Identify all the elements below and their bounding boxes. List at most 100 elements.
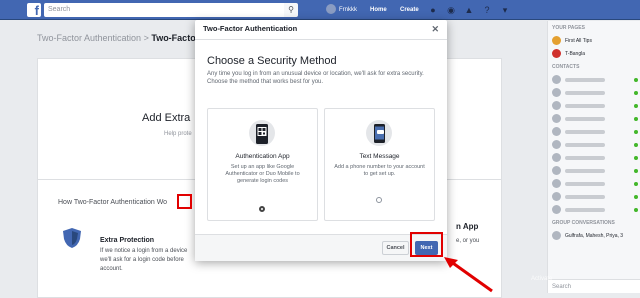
contacts-heading: CONTACTS (552, 64, 580, 70)
help-icon[interactable]: ? (482, 5, 492, 15)
contact-name (565, 103, 605, 108)
activate-watermark: Activate (531, 276, 553, 282)
panel-subtitle: Help prote (164, 131, 192, 137)
contact-name (565, 90, 605, 95)
search-input[interactable]: Search (44, 3, 296, 17)
breadcrumb-separator: > (143, 33, 149, 43)
close-icon[interactable]: ✕ (431, 24, 439, 34)
extra-protection-text: If we notice a login from a device we'll… (100, 248, 188, 272)
auth-app-radio[interactable] (259, 206, 265, 212)
option-description: Set up an app like Google Authenticator … (225, 164, 300, 184)
online-indicator (634, 155, 638, 160)
breadcrumb-parent[interactable]: Two-Factor Authentication (37, 33, 141, 43)
online-indicator (634, 181, 638, 186)
contact-item[interactable] (548, 164, 640, 177)
avatar (552, 166, 561, 175)
group-item[interactable]: Gulfrafa, Mahesh, Priya, 3 (548, 229, 640, 242)
group-name: Gulfrafa, Mahesh, Priya, 3 (565, 232, 624, 239)
right-sidebar: YOUR PAGES First All Tips T-Bangla CONTA… (547, 21, 640, 293)
qr-code-phone-icon (249, 120, 275, 146)
contact-name (565, 168, 605, 173)
home-link[interactable]: Home (370, 4, 387, 16)
app-option-text: e, or you (456, 238, 480, 244)
contact-name (565, 207, 605, 212)
group-conversations-heading: GROUP CONVERSATIONS (552, 220, 615, 226)
messenger-icon[interactable]: ◉ (446, 5, 456, 15)
contact-item[interactable] (548, 151, 640, 164)
top-navigation-bar: f Search ⚲ Frnkkk Home Create ● ◉ ▲ ? ▾ (0, 0, 640, 20)
page-item[interactable]: T-Bangla (548, 47, 640, 60)
breadcrumb: Two-Factor Authentication > Two-Factor (37, 33, 199, 43)
friends-icon[interactable]: ● (428, 5, 438, 15)
extra-protection-title: Extra Protection (100, 237, 155, 244)
contact-name (565, 155, 605, 160)
profile-link[interactable]: Frnkkk (326, 4, 357, 16)
search-icon[interactable]: ⚲ (284, 3, 298, 17)
online-indicator (634, 90, 638, 95)
authentication-app-option[interactable]: Authentication App Set up an app like Go… (207, 108, 318, 221)
contact-name (565, 181, 605, 186)
avatar (326, 4, 336, 15)
page-name: First All Tips (565, 37, 592, 44)
online-indicator (634, 116, 638, 121)
text-message-option[interactable]: Text Message Add a phone number to your … (324, 108, 435, 221)
contact-item[interactable] (548, 86, 640, 99)
page-avatar (552, 36, 561, 45)
online-indicator (634, 77, 638, 82)
avatar (552, 114, 561, 123)
chevron-down-icon[interactable]: ▾ (500, 5, 510, 15)
page-avatar (552, 49, 561, 58)
page-item[interactable]: First All Tips (548, 34, 640, 47)
contact-item[interactable] (548, 190, 640, 203)
app-option-title: n App (456, 222, 479, 231)
notifications-icon[interactable]: ▲ (464, 5, 474, 15)
panel-heading: Add Extra (142, 112, 191, 124)
choose-method-title: Choose a Security Method (207, 55, 337, 67)
avatar (552, 75, 561, 84)
phone-message-icon (366, 120, 392, 146)
online-indicator (634, 168, 638, 173)
pages-heading: YOUR PAGES (552, 25, 585, 31)
next-highlight-box (410, 232, 443, 257)
contact-item[interactable] (548, 138, 640, 151)
online-indicator (634, 207, 638, 212)
avatar (552, 179, 561, 188)
online-indicator (634, 142, 638, 147)
facebook-logo-icon[interactable]: f (27, 3, 41, 18)
two-factor-dialog: Two-Factor Authentication ✕ Choose a Sec… (195, 20, 447, 261)
contact-name (565, 77, 605, 82)
contact-name (565, 116, 605, 121)
chat-search-input[interactable]: Search (548, 279, 640, 293)
contact-name (565, 142, 605, 147)
cancel-button[interactable]: Cancel (382, 241, 409, 255)
page-name: T-Bangla (565, 50, 586, 57)
avatar (552, 153, 561, 162)
option-title: Authentication App (235, 153, 290, 160)
contact-item[interactable] (548, 73, 640, 86)
contact-item[interactable] (548, 112, 640, 125)
avatar (552, 140, 561, 149)
avatar (552, 101, 561, 110)
contact-name (565, 194, 605, 199)
contact-item[interactable] (548, 177, 640, 190)
contact-item[interactable] (548, 203, 640, 216)
text-message-radio[interactable] (376, 197, 382, 203)
contact-name (565, 129, 605, 134)
option-description: Add a phone number to your account to ge… (334, 164, 425, 177)
option-title: Text Message (359, 153, 400, 160)
shield-icon (63, 228, 81, 248)
choose-method-description: Any time you log in from an unusual devi… (207, 71, 424, 85)
avatar (552, 205, 561, 214)
online-indicator (634, 129, 638, 134)
contact-item[interactable] (548, 99, 640, 112)
radio-highlight-box (177, 194, 192, 209)
avatar (552, 88, 561, 97)
arrow-annotation-icon (444, 257, 493, 293)
create-link[interactable]: Create (400, 4, 419, 16)
online-indicator (634, 103, 638, 108)
dialog-title: Two-Factor Authentication (203, 24, 298, 33)
contact-item[interactable] (548, 125, 640, 138)
online-indicator (634, 194, 638, 199)
avatar (552, 192, 561, 201)
dialog-header: Two-Factor Authentication ✕ (195, 20, 447, 40)
